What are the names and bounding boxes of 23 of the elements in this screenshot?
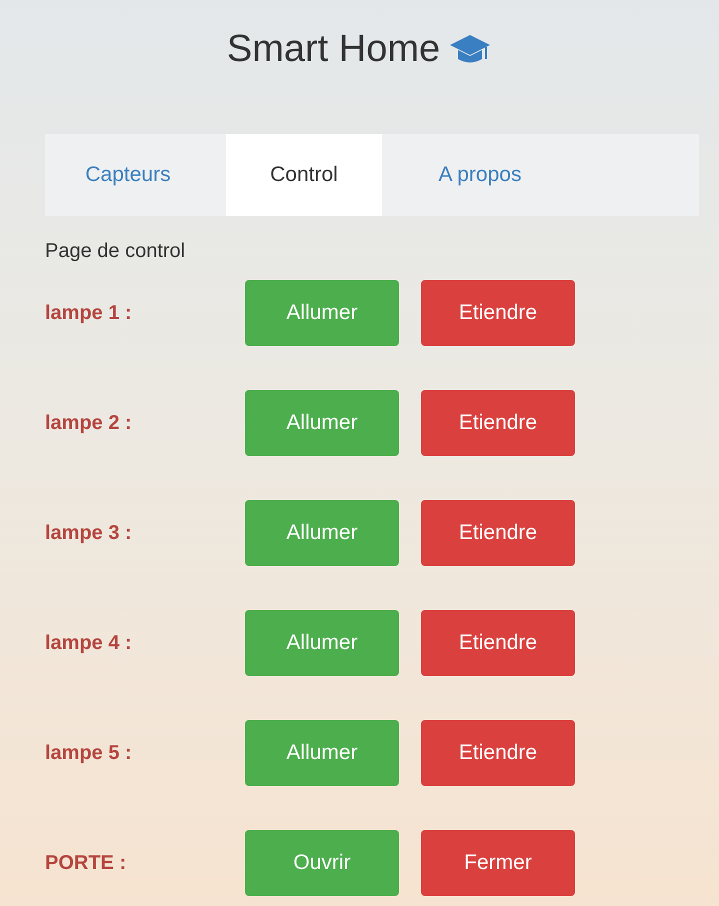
device-label: lampe 4 : — [45, 631, 133, 656]
on-button[interactable]: Ouvrir — [245, 830, 399, 896]
page-heading: Page de control — [45, 240, 186, 262]
tab[interactable]: Control — [226, 134, 382, 216]
off-button[interactable]: Etiendre — [421, 390, 575, 456]
on-button[interactable]: Allumer — [245, 280, 399, 346]
device-label: lampe 1 : — [45, 301, 133, 326]
on-button[interactable]: Allumer — [245, 390, 399, 456]
off-button[interactable]: Etiendre — [421, 280, 575, 346]
off-button[interactable]: Etiendre — [421, 610, 575, 676]
device-label: lampe 5 : — [45, 741, 133, 766]
off-button[interactable]: Fermer — [421, 830, 575, 896]
tab[interactable]: Capteurs — [50, 134, 206, 216]
on-button[interactable]: Allumer — [245, 500, 399, 566]
app-title: Smart Home — [226, 26, 440, 72]
device-label: lampe 3 : — [45, 521, 133, 546]
on-button[interactable]: Allumer — [245, 720, 399, 786]
device-label: PORTE : — [45, 851, 128, 876]
off-button[interactable]: Etiendre — [421, 500, 575, 566]
on-button[interactable]: Allumer — [245, 610, 399, 676]
device-label: lampe 2 : — [45, 411, 133, 436]
off-button[interactable]: Etiendre — [421, 720, 575, 786]
tab[interactable]: A propos — [402, 134, 558, 216]
